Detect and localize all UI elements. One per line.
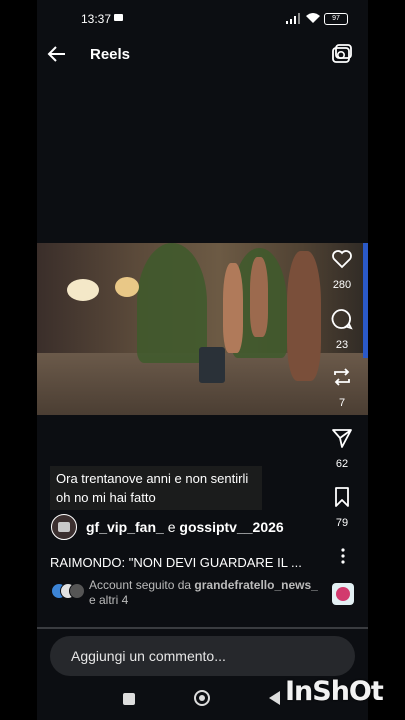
- signal-icon: [286, 13, 300, 24]
- comment-count: 23: [335, 339, 349, 351]
- comment-icon[interactable]: [330, 307, 354, 331]
- reel-video[interactable]: [37, 243, 368, 415]
- like-action[interactable]: 280: [322, 247, 362, 291]
- repost-icon[interactable]: [330, 365, 354, 389]
- comment-action[interactable]: 23: [322, 307, 362, 351]
- home-button[interactable]: [194, 690, 210, 706]
- top-bar: Reels: [37, 38, 368, 74]
- more-icon[interactable]: [339, 548, 347, 564]
- share-action[interactable]: 62: [322, 426, 362, 470]
- video-lamp: [115, 277, 139, 297]
- divider: [37, 627, 368, 629]
- video-plant: [137, 243, 207, 363]
- video-lamp: [67, 279, 99, 301]
- video-edge-strip: [363, 243, 368, 358]
- video-recording-icon: [114, 14, 123, 21]
- author-conjunction: e: [167, 519, 176, 535]
- reel-description[interactable]: RAIMONDO: "NON DEVI GUARDARE IL ...: [50, 555, 302, 570]
- status-bar: 13:37 97: [37, 0, 368, 36]
- back-button[interactable]: [269, 691, 280, 705]
- repost-count: 7: [338, 397, 346, 409]
- share-count: 62: [335, 458, 349, 470]
- comment-placeholder: Aggiungi un commento...: [71, 648, 226, 664]
- avatar[interactable]: [51, 514, 77, 540]
- repost-action[interactable]: 7: [322, 365, 362, 409]
- action-rail: 280 23 7 62 79: [322, 240, 362, 560]
- share-icon[interactable]: [330, 426, 354, 450]
- reel-authors[interactable]: gf_vip_fan_ e gossiptv__2026: [51, 514, 341, 540]
- video-person: [250, 257, 268, 337]
- followed-by[interactable]: Account seguito da grandefratello_news_ …: [51, 578, 331, 608]
- author-secondary[interactable]: gossiptv__2026: [179, 519, 283, 535]
- author-primary[interactable]: gf_vip_fan_: [86, 519, 164, 535]
- inshot-watermark: InShOt: [285, 676, 384, 707]
- back-arrow-icon[interactable]: [47, 44, 67, 64]
- followed-by-text: Account seguito da grandefratello_news_ …: [89, 578, 318, 607]
- reels-screen: 13:37 97 Reels 280 23 7 62 79 Ora trenta…: [37, 0, 368, 720]
- video-caption: Ora trentanove anni e non sentirli oh no…: [50, 466, 262, 510]
- video-person: [287, 251, 321, 381]
- video-pot: [199, 347, 225, 383]
- like-count: 280: [332, 279, 352, 291]
- follower-avatars: [51, 583, 85, 599]
- camera-icon[interactable]: [331, 43, 353, 65]
- status-time: 13:37: [81, 12, 112, 26]
- heart-icon[interactable]: [330, 247, 354, 271]
- comment-input[interactable]: Aggiungi un commento...: [50, 636, 355, 676]
- avatar: [69, 583, 85, 599]
- author-names[interactable]: gf_vip_fan_ e gossiptv__2026: [86, 519, 284, 535]
- music-thumbnail[interactable]: [332, 583, 354, 605]
- followed-by-account[interactable]: grandefratello_news_: [194, 578, 317, 592]
- page-title: Reels: [90, 46, 131, 63]
- video-person: [223, 263, 243, 353]
- recents-button[interactable]: [123, 693, 135, 705]
- bookmark-icon[interactable]: [330, 485, 354, 509]
- battery-icon: 97: [324, 13, 348, 25]
- wifi-icon: [306, 13, 320, 23]
